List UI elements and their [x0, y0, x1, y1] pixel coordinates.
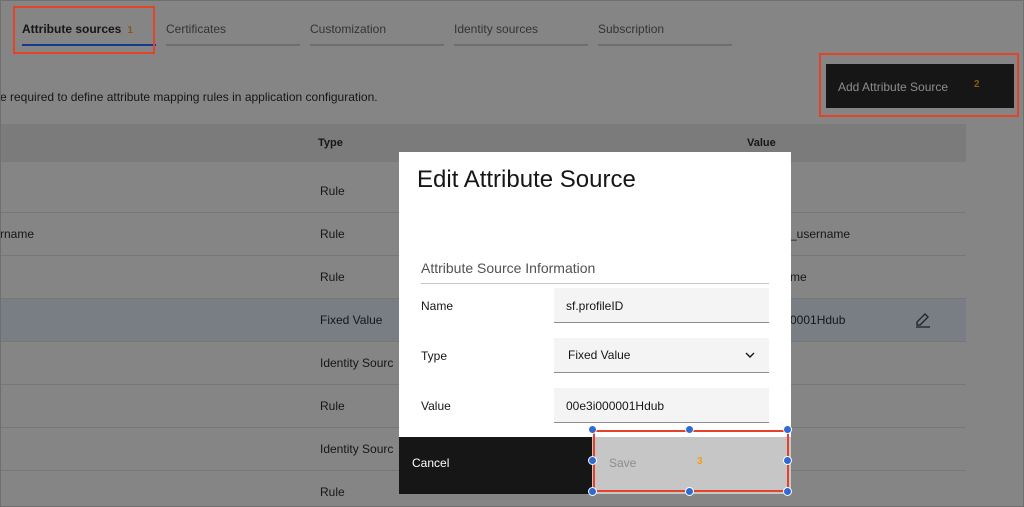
selection-handle[interactable]: [783, 456, 792, 465]
type-label: Type: [421, 349, 448, 363]
selection-handle[interactable]: [685, 487, 694, 496]
dialog-title: Edit Attribute Source: [417, 166, 636, 193]
selection-handle[interactable]: [685, 425, 694, 434]
selection-handle[interactable]: [783, 425, 792, 434]
selection-handle[interactable]: [588, 487, 597, 496]
section-divider: [421, 283, 769, 284]
name-field[interactable]: sf.profileID: [554, 288, 769, 323]
selection-handle[interactable]: [588, 425, 597, 434]
value-label: Value: [421, 399, 451, 413]
chevron-down-icon: [745, 352, 755, 358]
annotation-highlight-tab: [13, 6, 155, 54]
section-heading: Attribute Source Information: [421, 260, 596, 276]
annotation-highlight-save-button: [593, 430, 789, 492]
button-label: Cancel: [412, 456, 450, 470]
type-select[interactable]: Fixed Value: [554, 338, 769, 373]
selection-handle[interactable]: [588, 456, 597, 465]
annotation-highlight-add-button: [819, 53, 1019, 117]
type-selected-value: Fixed Value: [568, 348, 631, 362]
name-label: Name: [421, 299, 454, 313]
selection-handle[interactable]: [783, 487, 792, 496]
cancel-button[interactable]: Cancel: [399, 437, 592, 494]
value-field[interactable]: 00e3i000001Hdub: [554, 388, 769, 423]
